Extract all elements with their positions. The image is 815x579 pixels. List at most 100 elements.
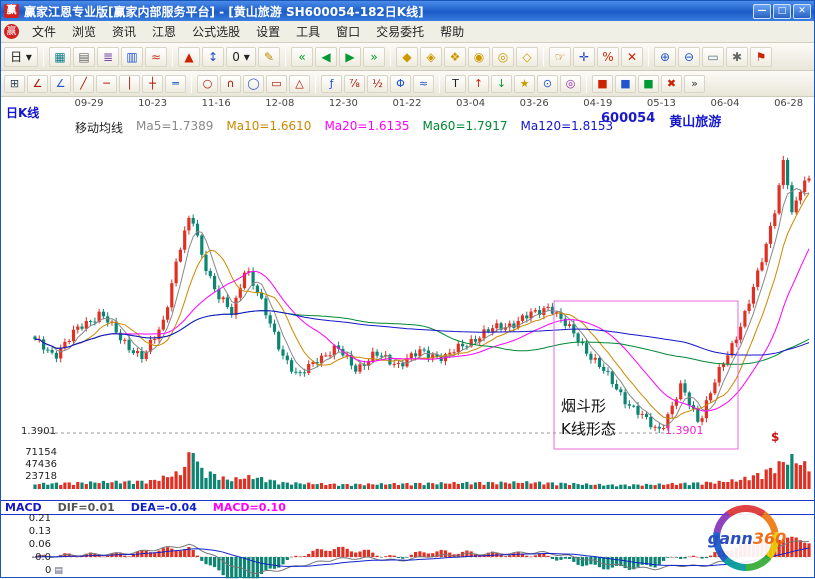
grid-tool-icon[interactable]: ⊞ [4,75,25,93]
trend-chart-icon[interactable]: ≈ [145,47,167,67]
fast-forward-icon[interactable]: » [363,47,385,67]
cross-line-icon[interactable]: ┼ [142,75,163,93]
arrow-down-icon[interactable]: ↓ [491,75,512,93]
resize-grip-icon[interactable]: ▤ [54,566,63,576]
gann-fan-icon[interactable]: ◈ [420,47,442,67]
ruler-icon[interactable]: ▭ [702,47,724,67]
updown-icon[interactable]: ↕ [202,47,224,67]
volume-scale-label: 47436 [13,459,57,471]
diagonal-line-icon[interactable]: ╱ [73,75,94,93]
fibonacci-icon[interactable]: ƒ [321,75,342,93]
gann-grid-icon[interactable]: ◇ [516,47,538,67]
date-tick-label: 09-29 [68,98,110,109]
toolbar-separator [191,75,192,93]
date-tick-label: 01-22 [386,98,428,109]
gann-box-icon[interactable]: ❖ [444,47,466,67]
menu-item[interactable]: 工具 [288,21,328,42]
settings-icon[interactable]: ✱ [726,47,748,67]
menu-item[interactable]: 窗口 [328,21,368,42]
green-block-icon[interactable]: ■ [638,75,659,93]
menu-item[interactable]: 文件 [24,21,64,42]
triangle-tool-icon[interactable]: △ [289,75,310,93]
toolbar-main: 日 ▾ ▦▤≣▥≈ ▲↕0 ▾✎ «◀▶» ◆◈❖◉◎◇ ☞✛%✕ ⊕⊖▭✱⚑ [1,43,814,71]
menu-item[interactable]: 资讯 [104,21,144,42]
percent-78-icon[interactable]: ⅞ [344,75,365,93]
menu-item[interactable]: 公式选股 [184,21,248,42]
decimal-dropdown[interactable]: 0 ▾ [226,47,256,67]
window-title: 赢家江恩专业版[赢家内部服务平台] - [黄山旅游 SH600054-182日K… [24,3,748,20]
macd-scale-label: 0.13 [13,525,51,538]
star-mark-icon[interactable]: ★ [514,75,535,93]
channel-tool-icon[interactable]: ═ [165,75,186,93]
minimize-button[interactable]: — [753,4,771,19]
erase-tool-icon[interactable]: ✕ [621,47,643,67]
zoom-out-icon[interactable]: ⊖ [678,47,700,67]
menu-item[interactable]: 设置 [248,21,288,42]
gann-wheel-icon[interactable]: ◎ [492,47,514,67]
flag-icon[interactable]: ⚑ [750,47,772,67]
toolbar-separator [390,48,391,66]
gann-square-icon[interactable]: ◆ [396,47,418,67]
info-list-icon[interactable]: ≣ [97,47,119,67]
red-block-icon[interactable]: ■ [592,75,613,93]
vertical-line-icon[interactable]: │ [119,75,140,93]
sort-icon[interactable]: ▲ [178,47,200,67]
macd-scale-label: 0.21 [13,512,51,525]
draw-pencil-icon[interactable]: ✎ [258,47,280,67]
gann-circle-icon[interactable]: ◉ [468,47,490,67]
report-icon[interactable]: ▤ [73,47,95,67]
ma-legend-item: Ma20=1.6135 [324,119,409,136]
fast-backward-icon[interactable]: « [291,47,313,67]
horizontal-line-icon[interactable]: ─ [96,75,117,93]
period-day-dropdown[interactable]: 日 ▾ [4,47,38,67]
main-price-chart[interactable] [1,97,815,501]
spiral-tool-icon[interactable]: ◎ [560,75,581,93]
ma-legend: 移动均线Ma5=1.7389Ma10=1.6610Ma20=1.6135Ma60… [75,119,613,136]
macd-zero-label: 0▤ [45,565,63,576]
golden-ratio-icon[interactable]: Φ [390,75,411,93]
menu-item[interactable]: 江恩 [144,21,184,42]
delete-tool-icon[interactable]: ✖ [661,75,682,93]
stock-name: 黄山旅游 [669,111,721,130]
maximize-button[interactable]: □ [773,4,791,19]
ellipse-tool-icon[interactable]: ◯ [243,75,264,93]
percent-tool-icon[interactable]: % [597,47,619,67]
toolbar-separator [172,48,173,66]
gann360-watermark: gann360 [705,503,789,575]
ma-legend-item: Ma60=1.7917 [422,119,507,136]
hand-tool-icon[interactable]: ☞ [549,47,571,67]
wave-tool-icon[interactable]: ≈ [413,75,434,93]
blue-block-icon[interactable]: ■ [615,75,636,93]
toolbar-separator [439,75,440,93]
percent-half-icon[interactable]: ½ [367,75,388,93]
crosshair-icon[interactable]: ✛ [573,47,595,67]
dollar-marker: $ [771,430,779,444]
zoom-in-icon[interactable]: ⊕ [654,47,676,67]
angle-tool-icon[interactable]: ∠ [27,75,48,93]
menu-item[interactable]: 帮助 [432,21,472,42]
market-board-icon[interactable]: ▦ [49,47,71,67]
macd-values: DIF=0.01DEA=-0.04MACD=0.10 [58,501,286,514]
menu-item[interactable]: 交易委托 [368,21,432,42]
macd-scale-label: 0.06 [13,538,51,551]
candlestick-layer [33,156,810,433]
close-button[interactable]: ✕ [793,4,811,19]
more-tools-icon[interactable]: » [684,75,705,93]
cycle-tool-icon[interactable]: ⊙ [537,75,558,93]
date-tick-label: 06-28 [768,98,810,109]
rectangle-tool-icon[interactable]: ▭ [266,75,287,93]
menu-item[interactable]: 浏览 [64,21,104,42]
arrow-up-icon[interactable]: ↑ [468,75,489,93]
arc-tool-icon[interactable]: ∩ [220,75,241,93]
kline-chart-icon[interactable]: ▥ [121,47,143,67]
step-forward-icon[interactable]: ▶ [339,47,361,67]
macd-value-label: DEA=-0.04 [131,501,197,514]
step-backward-icon[interactable]: ◀ [315,47,337,67]
circle-tool-icon[interactable]: ○ [197,75,218,93]
toolbar-separator [43,48,44,66]
angle-blue-icon[interactable]: ∠ [50,75,71,93]
date-tick-label: 11-16 [195,98,237,109]
gann360-logo-text: gann360 [705,529,789,548]
text-tool-icon[interactable]: T [445,75,466,93]
menu-items: 文件浏览资讯江恩公式选股设置工具窗口交易委托帮助 [24,21,472,42]
